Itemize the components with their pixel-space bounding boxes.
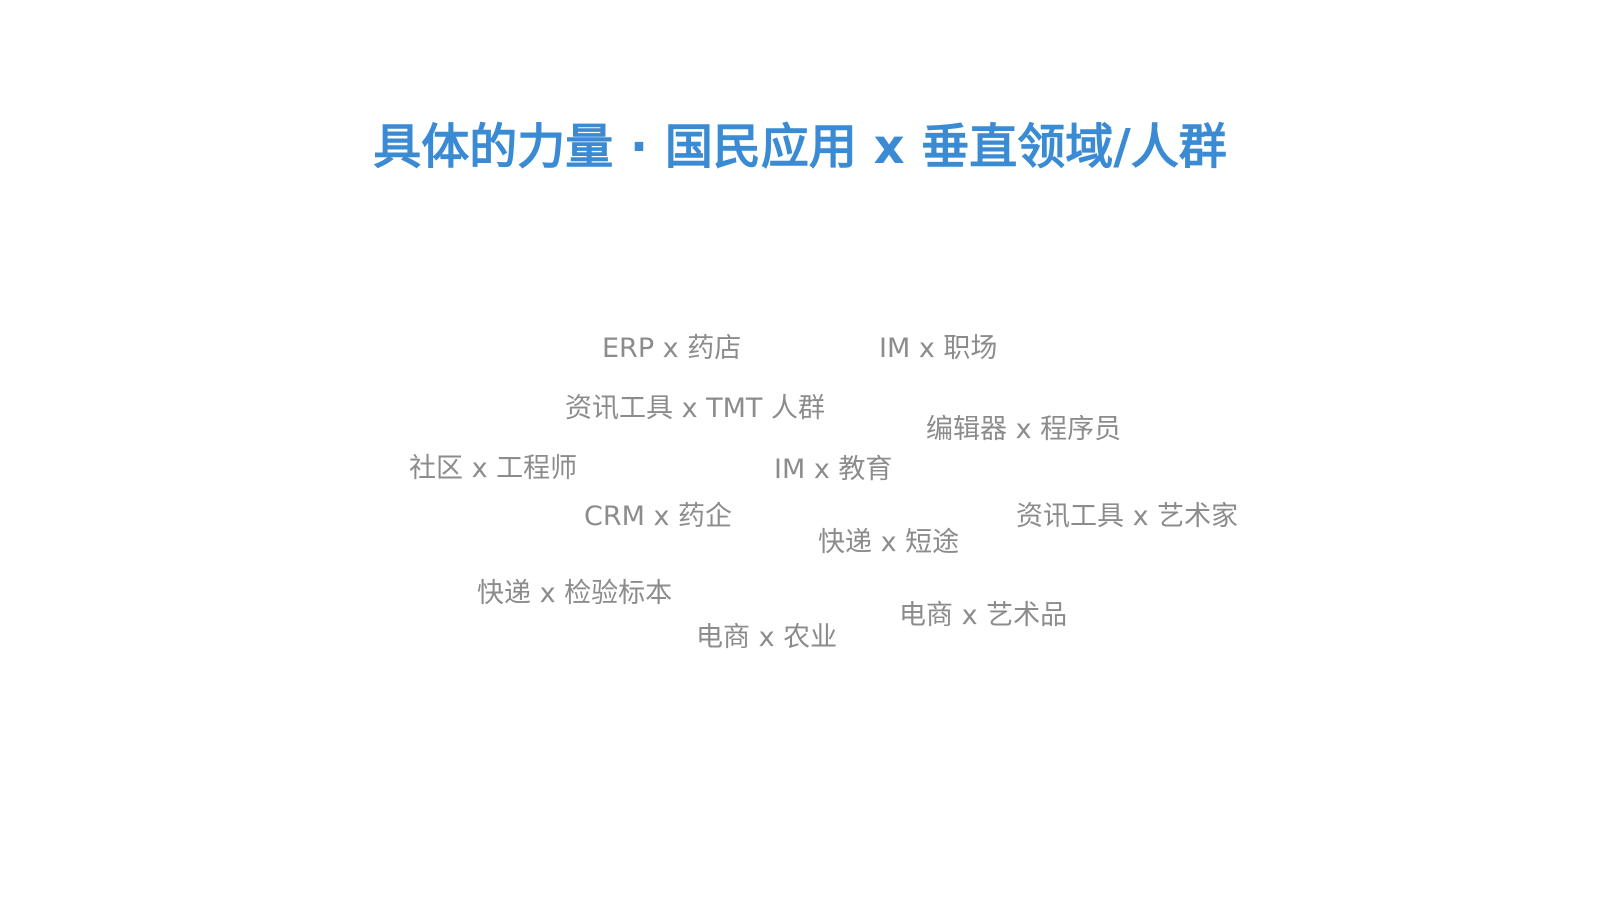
- tag-community-engineer: 社区 x 工程师: [409, 453, 578, 484]
- tag-erp-pharmacy: ERP x 药店: [602, 333, 742, 364]
- tag-courier-short: 快递 x 短途: [818, 527, 960, 558]
- tag-editor-programmer: 编辑器 x 程序员: [926, 414, 1122, 445]
- slide: 具体的力量 · 国民应用 x 垂直领域/人群 ERP x 药店 IM x 职场 …: [0, 0, 1600, 900]
- tag-ecommerce-agri: 电商 x 农业: [696, 622, 838, 653]
- tag-courier-samples: 快递 x 检验标本: [477, 578, 673, 609]
- tag-ecommerce-art: 电商 x 艺术品: [899, 600, 1068, 631]
- tag-im-education: IM x 教育: [774, 454, 893, 485]
- tag-im-workplace: IM x 职场: [879, 333, 998, 364]
- slide-title: 具体的力量 · 国民应用 x 垂直领域/人群: [373, 119, 1227, 175]
- tag-news-tmt: 资讯工具 x TMT 人群: [565, 393, 826, 424]
- tag-crm-pharma: CRM x 药企: [584, 501, 733, 532]
- tag-news-artist: 资讯工具 x 艺术家: [1016, 501, 1239, 532]
